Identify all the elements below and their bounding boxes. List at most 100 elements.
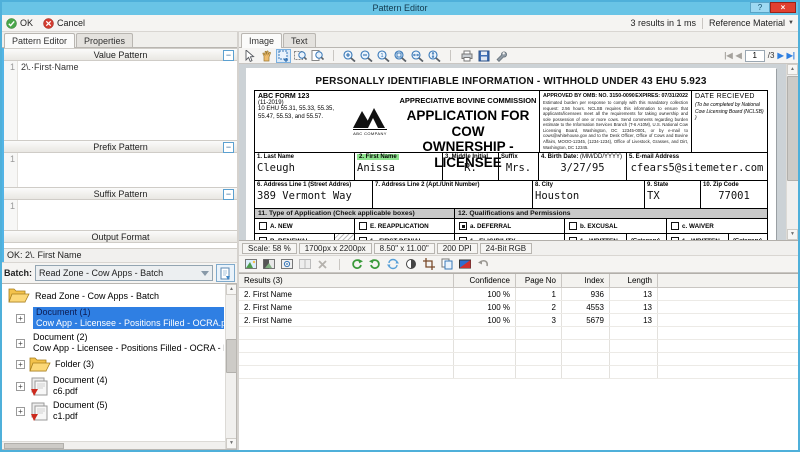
image-viewer[interactable]: PERSONALLY IDENTIFIABLE INFORMATION - WI… [239,64,798,241]
expand-icon[interactable]: + [16,360,25,369]
col-length[interactable]: Length [610,274,658,287]
rotate-ccw-button[interactable] [367,257,382,271]
first-page-button[interactable]: |◀ [724,51,732,60]
page-total: /3 [768,51,775,60]
image-adjust-button[interactable] [261,257,276,271]
scroll-down-icon[interactable]: ▼ [226,438,237,449]
print-button[interactable] [459,49,474,63]
tree-item-title: Document (2) [33,332,224,343]
tree-item-document-5[interactable]: + Document (5) c1.pdf [16,400,224,422]
prefix-pattern-editor[interactable]: 1 [4,153,237,187]
suffix-pattern-editor[interactable]: 1 [4,200,237,230]
select-zone-tool-button[interactable] [276,49,291,63]
document-page[interactable]: PERSONALLY IDENTIFIABLE INFORMATION - WI… [246,68,776,241]
wrench-icon [495,50,507,62]
next-page-button[interactable]: ▶ [777,51,783,60]
collapse-prefix-button[interactable]: − [223,142,234,153]
scroll-up-icon[interactable]: ▲ [226,284,237,295]
zoom-actual-button[interactable]: 1 [376,49,391,63]
viewer-scrollbar[interactable]: ▲ ▼ [786,64,798,240]
omb-block: APPROVED BY OMB: NO. 3150-0090EXPIRES: 0… [539,91,691,152]
scroll-down-icon[interactable]: ▼ [787,229,798,240]
tree-item-document-1[interactable]: + Document (1) Cow App - Licensee - Posi… [16,307,224,329]
section11-title: 11. Type of Application (Check applicabl… [255,209,455,218]
tree-item-document-4[interactable]: + Document (4) c6.pdf [16,375,224,397]
tab-properties[interactable]: Properties [76,33,133,47]
tree-item-title: Document (1) [36,307,224,318]
zoom-in-button[interactable] [342,49,357,63]
tree-item-document-2[interactable]: + Document (2) Cow App - Licensee - Posi… [16,332,224,354]
pan-tool-button[interactable] [259,49,274,63]
scrollbar-thumb[interactable] [4,443,64,449]
suffix-pattern-header: Suffix Pattern − [4,187,237,200]
col-page[interactable]: Page No [516,274,562,287]
tab-image[interactable]: Image [241,33,282,48]
col-results[interactable]: Results (3) [239,274,454,287]
result-row[interactable]: 2. First Name 100 % 3 5679 13 [239,314,798,327]
image-adjust-icon [263,258,275,270]
close-button[interactable]: × [770,2,796,13]
tree-root[interactable]: Read Zone - Cow Apps - Batch [8,288,224,303]
batch-combobox[interactable]: Read Zone - Cow Apps - Batch [35,265,213,281]
color-depth-button[interactable] [457,257,472,271]
tree-item-folder-3[interactable]: + Folder (3) [16,357,224,372]
pdf-document-icon [29,402,49,421]
expand-icon[interactable]: + [16,314,25,323]
expand-icon[interactable]: + [16,339,25,348]
ok-button[interactable]: OK [6,18,33,29]
scrollbar-thumb[interactable] [787,76,798,181]
zoom-page-icon [311,50,324,62]
checkbox [569,222,577,230]
value-pattern-header: Value Pattern − [4,48,237,61]
cancel-button[interactable]: Cancel [43,18,85,29]
result-row[interactable]: 2. First Name 100 % 1 936 13 [239,288,798,301]
duplicate-button[interactable] [439,257,454,271]
settings-button[interactable] [493,49,508,63]
expand-icon[interactable]: + [16,382,25,391]
page-number-input[interactable] [745,50,765,62]
pointer-tool-button[interactable] [242,49,257,63]
image-original-button[interactable] [243,257,258,271]
tree-h-scrollbar[interactable] [2,441,225,449]
viewer-tabstrip: Image Text [239,32,798,48]
help-button[interactable]: ? [750,2,770,13]
last-page-button[interactable]: ▶| [787,51,795,60]
save-button[interactable] [476,49,491,63]
form-banner: PERSONALLY IDENTIFIABLE INFORMATION - WI… [254,76,768,87]
zoom-height-button[interactable] [427,49,442,63]
scroll-up-icon[interactable]: ▲ [787,64,798,75]
previous-page-button[interactable]: ◀ [736,51,742,60]
invert-button[interactable] [403,257,418,271]
value-pattern-editor[interactable]: 1 2\.·First·Name [4,61,237,140]
rotate-cw-button[interactable] [349,257,364,271]
output-format-header: Output Format [4,230,237,243]
col-index[interactable]: Index [562,274,610,287]
tab-pattern-editor[interactable]: Pattern Editor [4,33,75,48]
tab-text[interactable]: Text [283,33,316,47]
collapse-value-button[interactable]: − [223,50,234,61]
ok-icon [6,18,17,29]
zoom-selection-button[interactable] [293,49,308,63]
rotate-180-button[interactable] [385,257,400,271]
crop-button[interactable] [421,257,436,271]
tree-scrollbar[interactable]: ▲ ▼ [225,284,236,449]
result-row[interactable]: 2. First Name 100 % 2 4553 13 [239,301,798,314]
collapse-suffix-button[interactable]: − [223,189,234,200]
zoom-width-button[interactable] [410,49,425,63]
zoom-page-button[interactable] [310,49,325,63]
col-confidence[interactable]: Confidence [454,274,516,287]
tree-item-title: Document (5) [53,400,108,411]
cancel-icon [43,18,54,29]
zoom-fit-button[interactable] [393,49,408,63]
reference-material-menu[interactable]: Reference Material ▼ [709,18,794,28]
scrollbar-thumb[interactable] [226,339,237,373]
open-batch-button[interactable] [216,264,235,282]
rotate-180-icon [387,258,399,270]
image-stamp-button[interactable] [279,257,294,271]
save-icon [478,50,490,62]
form-id-block: ABC FORM 123 (11-2019) 10 EHU 55.31, 55.… [255,91,343,152]
expand-icon[interactable]: + [16,407,25,416]
zoom-out-button[interactable] [359,49,374,63]
checkbox [359,237,367,241]
undo-button[interactable] [475,257,490,271]
